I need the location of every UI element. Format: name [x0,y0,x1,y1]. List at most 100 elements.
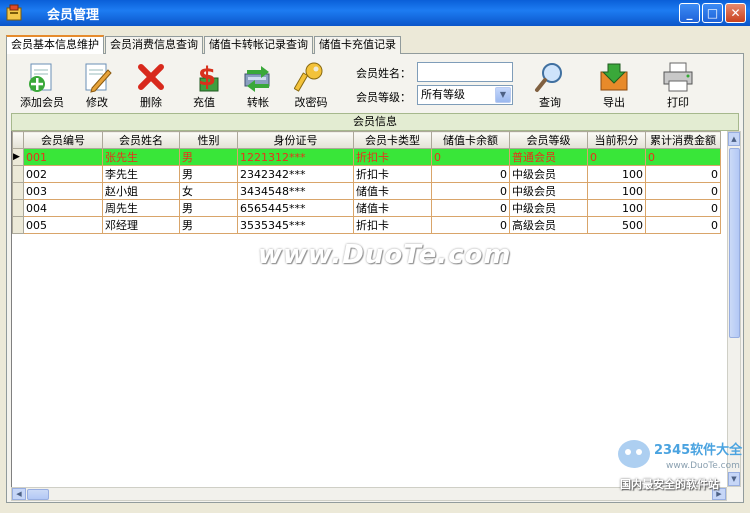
maximize-button[interactable]: □ [702,3,723,23]
member-level-value: 所有等级 [421,88,465,101]
close-button[interactable]: ✕ [725,3,746,23]
table-cell[interactable]: 0 [431,216,510,234]
table-cell[interactable]: 2342342*** [237,165,354,183]
col-header-gender[interactable]: 性别 [179,131,238,149]
table-cell[interactable]: 001 [23,148,103,166]
table-row[interactable]: 004 周先生男 6565445*** 储值卡 0 中级会员 100 0 [12,199,721,217]
col-header-id-card[interactable]: 身份证号 [237,131,354,149]
col-header-card-type[interactable]: 会员卡类型 [353,131,432,149]
col-header-points[interactable]: 当前积分 [587,131,646,149]
table-cell[interactable]: 赵小姐 [102,182,180,200]
col-header-name[interactable]: 会员姓名 [102,131,180,149]
table-cell[interactable]: 0 [431,165,510,183]
table-cell[interactable]: 6565445*** [237,199,354,217]
app-icon [3,2,25,24]
table-cell[interactable]: 3434548*** [237,182,354,200]
table-cell[interactable]: 100 [587,165,646,183]
header-row: 会员编号 会员姓名 性别 身份证号 会员卡类型 储值卡余额 会员等级 当前积分 … [12,131,721,149]
table-cell[interactable]: 折扣卡 [353,148,432,166]
table-cell[interactable]: 1221312*** [237,148,354,166]
table-cell[interactable]: 0 [645,199,721,217]
row-indicator[interactable] [12,182,24,200]
table-cell[interactable]: 男 [179,216,238,234]
table-cell[interactable]: 中级会员 [509,199,588,217]
table-cell[interactable]: 邓经理 [102,216,180,234]
delete-button[interactable]: 删除 [123,56,179,114]
table-cell[interactable]: 高级会员 [509,216,588,234]
chevron-down-icon[interactable]: ▼ [495,87,511,103]
printer-icon [663,62,693,92]
table-cell[interactable]: 005 [23,216,103,234]
member-level-select[interactable]: 所有等级 ▼ [417,85,513,105]
table-row[interactable]: 003 赵小姐女 3434548*** 储值卡 0 中级会员 100 0 [12,182,721,200]
table-cell[interactable]: 0 [431,182,510,200]
scroll-up-icon[interactable]: ▲ [728,132,740,146]
table-cell[interactable]: 100 [587,182,646,200]
col-header-total-spend[interactable]: 累计消费金额 [645,131,721,149]
table-cell[interactable]: 女 [179,182,238,200]
member-name-input[interactable] [417,62,513,82]
vertical-scroll-thumb[interactable] [729,148,740,338]
title-bar[interactable]: 会员管理 _ □ ✕ [0,0,750,26]
table-cell[interactable]: 李先生 [102,165,180,183]
window-title: 会员管理 [47,7,100,23]
add-member-button[interactable]: 添加会员 [14,56,70,114]
minimize-button[interactable]: _ [679,3,700,23]
col-header-balance[interactable]: 储值卡余额 [431,131,510,149]
row-indicator[interactable] [12,199,24,217]
table-cell[interactable]: 100 [587,199,646,217]
col-header-level[interactable]: 会员等级 [509,131,588,149]
table-cell[interactable]: 0 [431,199,510,217]
table-cell[interactable]: 周先生 [102,199,180,217]
table-row[interactable]: 002 李先生男 2342342*** 折扣卡 0 中级会员 100 0 [12,165,721,183]
edit-button[interactable]: 修改 [69,56,125,114]
table-cell[interactable]: 002 [23,165,103,183]
transfer-button[interactable]: 转帐 [230,56,286,114]
table-cell[interactable]: 男 [179,199,238,217]
dollar-icon: $ [198,62,219,92]
row-indicator[interactable] [12,165,24,183]
table-cell[interactable]: 0 [645,216,721,234]
export-label: 导出 [603,96,625,109]
table-cell[interactable]: 张先生 [102,148,180,166]
table-cell[interactable]: 储值卡 [353,182,432,200]
change-password-button[interactable]: 改密码 [283,56,339,114]
table-cell[interactable]: 0 [645,148,721,166]
export-button[interactable]: 导出 [586,56,642,114]
grid-caption: 会员信息 [11,113,739,131]
table-cell[interactable]: 0 [587,148,646,166]
tab-recharge-records[interactable]: 储值卡充值记录 [314,36,401,54]
table-cell[interactable]: 折扣卡 [353,216,432,234]
tab-member-info[interactable]: 会员基本信息维护 [6,35,104,54]
col-header-id[interactable]: 会员编号 [23,131,103,149]
print-button[interactable]: 打印 [650,56,706,114]
table-cell[interactable]: 500 [587,216,646,234]
member-level-label: 会员等级： [356,91,411,104]
print-label: 打印 [667,96,689,109]
row-indicator[interactable] [12,216,24,234]
table-cell[interactable]: 储值卡 [353,199,432,217]
query-button[interactable]: 查询 [522,56,578,114]
table-cell[interactable]: 004 [23,199,103,217]
recharge-button[interactable]: $ 充值 [176,56,232,114]
table-cell[interactable]: 3535345*** [237,216,354,234]
row-indicator-header [12,131,24,149]
table-row[interactable]: ▶ 001 张先生男 1221312*** 折扣卡 0 普通会员 0 0 [12,148,721,166]
row-indicator[interactable]: ▶ [12,148,24,166]
table-cell[interactable]: 0 [645,165,721,183]
table-cell[interactable]: 0 [645,182,721,200]
table-cell[interactable]: 男 [179,148,238,166]
table-cell[interactable]: 男 [179,165,238,183]
table-cell[interactable]: 普通会员 [509,148,588,166]
table-row[interactable]: 005 邓经理男 3535345*** 折扣卡 0 高级会员 500 0 [12,216,721,234]
tab-transfer-query[interactable]: 储值卡转帐记录查询 [204,36,313,54]
scroll-left-icon[interactable]: ◀ [12,488,26,500]
table-cell[interactable]: 003 [23,182,103,200]
table-cell[interactable]: 中级会员 [509,182,588,200]
transfer-icon [244,66,270,92]
table-cell[interactable]: 折扣卡 [353,165,432,183]
table-cell[interactable]: 中级会员 [509,165,588,183]
tab-consumption-query[interactable]: 会员消费信息查询 [105,36,203,54]
horizontal-scroll-thumb[interactable] [27,489,49,500]
table-cell[interactable]: 0 [431,148,510,166]
